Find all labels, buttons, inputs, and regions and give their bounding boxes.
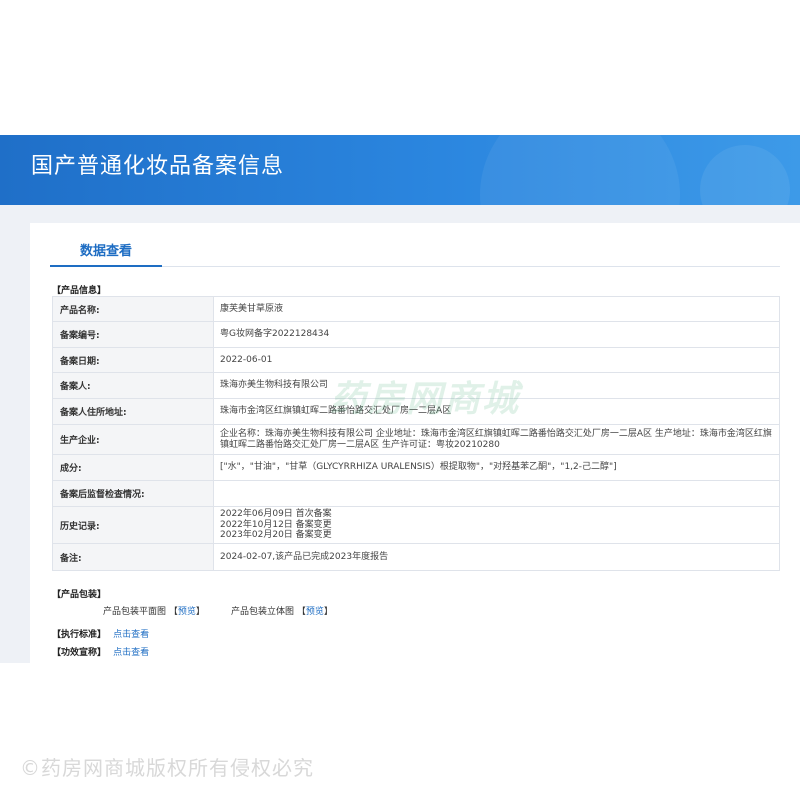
section-standard: 【执行标准】 点击查看 (52, 630, 150, 640)
row-value: 2024-02-07,该产品已完成2023年度报告 (213, 543, 780, 571)
package-plan-preview-link[interactable]: 预览 (178, 607, 196, 617)
banner-decoration (480, 135, 680, 205)
section-product-package: 【产品包装】 (52, 590, 107, 600)
history-entry: 2022年06月09日 首次备案 (220, 509, 332, 520)
table-row: 备案日期: 2022-06-01 (52, 347, 780, 373)
table-row: 备注: 2024-02-07,该产品已完成2023年度报告 (52, 543, 780, 571)
row-label: 备案人住所地址: (52, 398, 214, 425)
product-info-table: 产品名称: 康芙美甘草原液 备案编号: 粤G妆网备字2022128434 备案日… (52, 296, 780, 571)
claim-view-link[interactable]: 点击查看 (113, 648, 149, 658)
package-stereo-preview-link[interactable]: 预览 (306, 607, 324, 617)
row-label: 历史记录: (52, 506, 214, 544)
row-value: 企业名称：珠海亦美生物科技有限公司 企业地址：珠海市金湾区红旗镇虹晖二路番怡路交… (213, 424, 780, 455)
table-row: 产品名称: 康芙美甘草原液 (52, 296, 780, 322)
center-watermark: 药房网商城 (330, 379, 521, 420)
row-value: ["水"，"甘油"，"甘草（GLYCYRRHIZA URALENSIS）根提取物… (213, 454, 780, 481)
table-row: 生产企业: 企业名称：珠海亦美生物科技有限公司 企业地址：珠海市金湾区红旗镇虹晖… (52, 424, 780, 455)
table-row: 备案编号: 粤G妆网备字2022128434 (52, 321, 780, 348)
standard-view-link[interactable]: 点击查看 (113, 630, 149, 640)
header-banner: 国产普通化妆品备案信息 (0, 135, 800, 205)
table-row: 历史记录: 2022年06月09日 首次备案 2022年10月12日 备案变更 … (52, 506, 780, 544)
row-label: 成分: (52, 454, 214, 481)
row-value: 康芙美甘草原液 (213, 296, 780, 322)
package-plan: 产品包装平面图 【预览】 (103, 607, 205, 617)
row-label: 备案编号: (52, 321, 214, 348)
row-label: 生产企业: (52, 424, 214, 455)
package-plan-label: 产品包装平面图 (103, 607, 167, 617)
copyright-watermark: ©药房网商城版权所有侵权必究 (20, 756, 314, 780)
section-claim: 【功效宣称】 点击查看 (52, 648, 150, 658)
row-label: 备案人: (52, 372, 214, 399)
row-value (213, 480, 780, 507)
row-value: 2022-06-01 (213, 347, 780, 373)
tab-active-indicator (50, 265, 162, 267)
row-label: 备案后监督检查情况: (52, 480, 214, 507)
section-product-info: 【产品信息】 (52, 286, 107, 296)
history-entry: 2023年02月20日 备案变更 (220, 530, 332, 541)
table-row: 备案后监督检查情况: (52, 480, 780, 507)
tab-data-view[interactable]: 数据查看 (80, 240, 132, 259)
package-stereo-label: 产品包装立体图 (231, 607, 295, 617)
package-stereo: 产品包装立体图 【预览】 (231, 607, 333, 617)
row-value: 粤G妆网备字2022128434 (213, 321, 780, 348)
row-label: 备注: (52, 543, 214, 571)
row-label: 备案日期: (52, 347, 214, 373)
table-row: 成分: ["水"，"甘油"，"甘草（GLYCYRRHIZA URALENSIS）… (52, 454, 780, 481)
banner-decoration (700, 145, 790, 205)
row-label: 产品名称: (52, 296, 214, 322)
history-values: 2022年06月09日 首次备案 2022年10月12日 备案变更 2023年0… (213, 506, 780, 544)
page-title: 国产普通化妆品备案信息 (31, 154, 285, 179)
history-entry: 2022年10月12日 备案变更 (220, 519, 332, 530)
